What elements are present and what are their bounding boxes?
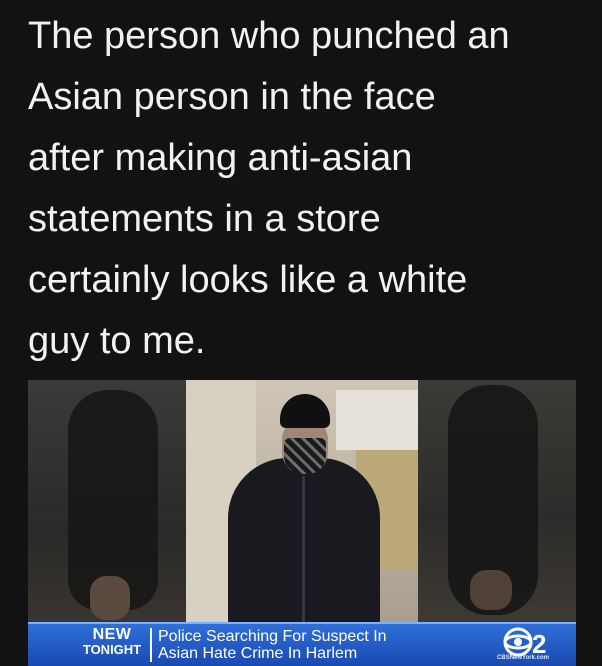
post-text-line: Asian person in the face bbox=[28, 76, 436, 118]
post-text-line: after making anti-asian bbox=[28, 137, 413, 179]
beanie-hat bbox=[280, 394, 330, 428]
news-ticker: NEW TONIGHT Police Searching For Suspect… bbox=[28, 622, 576, 666]
post-text-line: The person who punched an bbox=[28, 15, 510, 57]
ticker-headline: Police Searching For Suspect In Asian Ha… bbox=[158, 628, 387, 662]
news-screenshot-image[interactable]: NEW TONIGHT Police Searching For Suspect… bbox=[28, 380, 576, 666]
tag-new: NEW bbox=[92, 626, 132, 643]
blurred-side-panel-right bbox=[418, 380, 576, 630]
headline-line: Police Searching For Suspect In bbox=[158, 628, 387, 645]
blurred-side-panel-left bbox=[28, 380, 186, 630]
tag-tonight: TONIGHT bbox=[82, 642, 142, 657]
face-mask bbox=[284, 438, 326, 474]
post-text-line: guy to me. bbox=[28, 320, 206, 362]
post-text-line: certainly looks like a white bbox=[28, 259, 468, 301]
post-text-line: statements in a store bbox=[28, 198, 381, 240]
post-text: The person who punched an Asian person i… bbox=[28, 6, 588, 372]
ticker-divider bbox=[150, 628, 152, 662]
new-tonight-tag: NEW TONIGHT bbox=[76, 626, 148, 658]
station-website: CBSNewYork.com bbox=[497, 655, 549, 661]
surveillance-photo bbox=[186, 380, 418, 630]
headline-line: Asian Hate Crime In Harlem bbox=[158, 645, 358, 662]
